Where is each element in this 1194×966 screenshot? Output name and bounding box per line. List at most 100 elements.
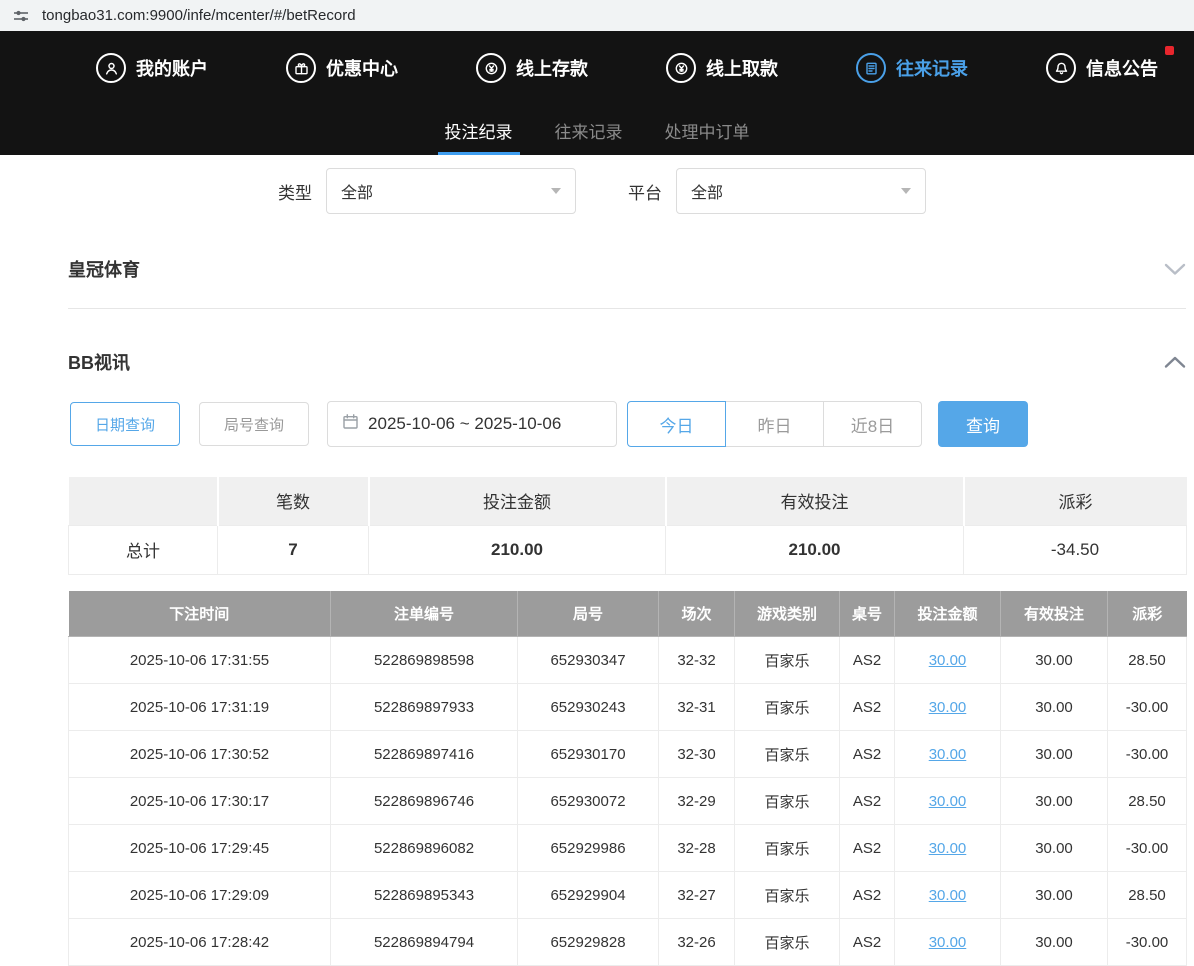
user-icon: [96, 53, 126, 83]
cell-session: 32-32: [659, 637, 735, 684]
nav-item-announcements[interactable]: 信息公告: [1046, 53, 1158, 83]
bet-amount-link[interactable]: 30.00: [929, 652, 967, 669]
chevron-up-icon[interactable]: [1164, 355, 1186, 369]
cell-bet-amount: 30.00: [895, 778, 1001, 825]
table-row: 2025-10-06 17:30:52 522869897416 6529301…: [69, 731, 1187, 778]
section-bb-video: BB视讯: [68, 349, 1186, 375]
last-8-days-button[interactable]: 近8日: [823, 401, 922, 447]
cell-valid-bet: 30.00: [1001, 637, 1108, 684]
cell-game: 百家乐: [735, 637, 840, 684]
tab-label: 处理中订单: [665, 118, 750, 143]
query-controls: 日期查询 局号查询 2025-10-06 ~ 2025-10-06 今日 昨日 …: [68, 401, 1186, 447]
summary-header-blank: [69, 477, 218, 525]
nav-label: 线上存款: [516, 55, 588, 81]
summary-header-bet-amount: 投注金额: [369, 477, 666, 525]
cell-session: 32-27: [659, 872, 735, 919]
nav-label: 线上取款: [706, 55, 778, 81]
type-select-value: 全部: [341, 179, 373, 203]
sub-navigation: 投注纪录 往来记录 处理中订单: [0, 105, 1194, 155]
cell-payout: 28.50: [1108, 778, 1187, 825]
yesterday-button[interactable]: 昨日: [725, 401, 824, 447]
nav-item-withdraw[interactable]: 线上取款: [666, 53, 778, 83]
nav-item-records[interactable]: 往来记录: [856, 53, 968, 83]
cell-round: 652929986: [518, 825, 659, 872]
nav-label: 优惠中心: [326, 55, 398, 81]
section-title-bb: BB视讯: [68, 349, 130, 375]
cell-game: 百家乐: [735, 778, 840, 825]
table-row: 2025-10-06 17:31:55 522869898598 6529303…: [69, 637, 1187, 684]
platform-filter-label: 平台: [628, 179, 662, 204]
bet-amount-link[interactable]: 30.00: [929, 887, 967, 904]
cell-valid-bet: 30.00: [1001, 684, 1108, 731]
url-text[interactable]: tongbao31.com:9900/infe/mcenter/#/betRec…: [42, 7, 356, 24]
section-divider: [68, 308, 1186, 309]
date-range-input[interactable]: 2025-10-06 ~ 2025-10-06: [327, 401, 617, 447]
type-filter-group: 类型 全部: [278, 168, 576, 214]
type-select[interactable]: 全部: [326, 168, 576, 214]
summary-count: 7: [218, 525, 369, 574]
table-header-row: 下注时间 注单编号 局号 场次 游戏类别 桌号 投注金额 有效投注 派彩: [69, 591, 1187, 637]
filters-row: 类型 全部 平台 全部: [68, 168, 1186, 214]
tab-processing-orders[interactable]: 处理中订单: [662, 105, 753, 155]
section-title-crown: 皇冠体育: [68, 256, 140, 282]
cell-bet-time: 2025-10-06 17:30:17: [69, 778, 331, 825]
cell-payout: -30.00: [1108, 919, 1187, 966]
bell-icon: [1046, 53, 1076, 83]
site-settings-icon[interactable]: [12, 7, 30, 25]
cell-payout: 28.50: [1108, 872, 1187, 919]
cell-payout: 28.50: [1108, 637, 1187, 684]
cell-bet-time: 2025-10-06 17:31:19: [69, 684, 331, 731]
summary-total-label: 总计: [69, 525, 218, 574]
browser-address-bar[interactable]: tongbao31.com:9900/infe/mcenter/#/betRec…: [0, 0, 1194, 31]
cell-valid-bet: 30.00: [1001, 919, 1108, 966]
summary-valid-bet: 210.00: [666, 525, 964, 574]
chevron-down-icon: [551, 188, 561, 194]
bet-amount-link[interactable]: 30.00: [929, 793, 967, 810]
tab-transaction-records[interactable]: 往来记录: [552, 105, 626, 155]
cell-table: AS2: [840, 731, 895, 778]
tab-label: 往来记录: [555, 118, 623, 143]
nav-item-promotions[interactable]: 优惠中心: [286, 53, 398, 83]
cell-round: 652930170: [518, 731, 659, 778]
cell-table: AS2: [840, 825, 895, 872]
cell-session: 32-26: [659, 919, 735, 966]
cell-game: 百家乐: [735, 872, 840, 919]
date-query-button[interactable]: 日期查询: [70, 402, 180, 446]
nav-item-my-account[interactable]: 我的账户: [96, 53, 208, 83]
search-button[interactable]: 查询: [938, 401, 1028, 447]
today-button[interactable]: 今日: [627, 401, 726, 447]
table-row: 2025-10-06 17:28:42 522869894794 6529298…: [69, 919, 1187, 966]
round-query-button[interactable]: 局号查询: [199, 402, 309, 446]
cell-session: 32-31: [659, 684, 735, 731]
bet-amount-link[interactable]: 30.00: [929, 746, 967, 763]
platform-select[interactable]: 全部: [676, 168, 926, 214]
summary-header-valid-bet: 有效投注: [666, 477, 964, 525]
header-valid-bet: 有效投注: [1001, 591, 1108, 637]
bet-amount-link[interactable]: 30.00: [929, 699, 967, 716]
cell-valid-bet: 30.00: [1001, 731, 1108, 778]
cell-bet-time: 2025-10-06 17:30:52: [69, 731, 331, 778]
gift-icon: [286, 53, 316, 83]
cell-round: 652930243: [518, 684, 659, 731]
bet-records-table: 下注时间 注单编号 局号 场次 游戏类别 桌号 投注金额 有效投注 派彩 202…: [68, 591, 1187, 966]
platform-filter-group: 平台 全部: [628, 168, 926, 214]
cell-round: 652930347: [518, 637, 659, 684]
notification-badge: [1165, 46, 1174, 55]
header-table-no: 桌号: [840, 591, 895, 637]
bet-amount-link[interactable]: 30.00: [929, 840, 967, 857]
table-row: 2025-10-06 17:31:19 522869897933 6529302…: [69, 684, 1187, 731]
nav-item-deposit[interactable]: 线上存款: [476, 53, 588, 83]
nav-label: 我的账户: [136, 55, 208, 81]
main-nav: 我的账户 优惠中心 线上存款: [0, 31, 1194, 105]
tab-bet-records[interactable]: 投注纪录: [442, 105, 516, 155]
bet-amount-link[interactable]: 30.00: [929, 934, 967, 951]
cell-payout: -30.00: [1108, 731, 1187, 778]
top-navigation: 我的账户 优惠中心 线上存款: [0, 31, 1194, 155]
chevron-down-icon[interactable]: [1164, 262, 1186, 276]
deposit-coin-icon: [476, 53, 506, 83]
cell-bet-id: 522869898598: [331, 637, 518, 684]
cell-bet-amount: 30.00: [895, 825, 1001, 872]
cell-bet-id: 522869895343: [331, 872, 518, 919]
header-bet-amount: 投注金额: [895, 591, 1001, 637]
cell-round: 652929904: [518, 872, 659, 919]
